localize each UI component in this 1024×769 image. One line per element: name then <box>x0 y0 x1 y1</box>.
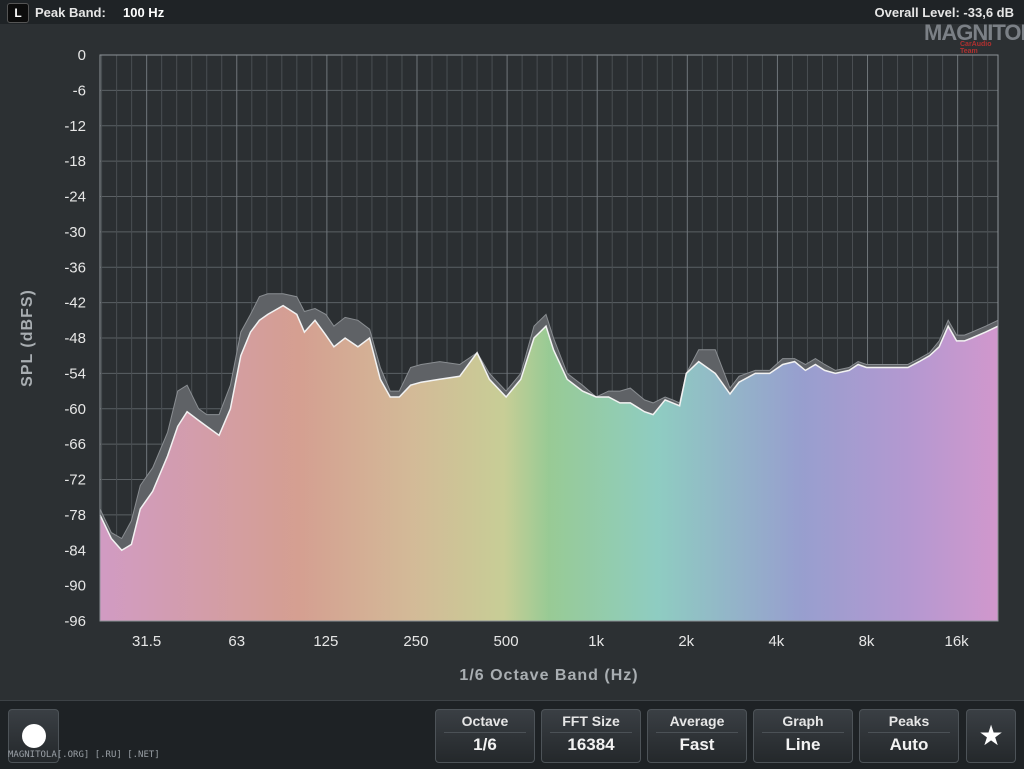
y-tick-label: -42 <box>64 295 86 312</box>
y-tick-label: -30 <box>64 224 86 241</box>
graph-label: Graph <box>782 713 824 729</box>
y-tick-label: -18 <box>64 153 86 170</box>
octave-label: Octave <box>461 713 509 729</box>
peaks-label: Peaks <box>888 713 930 729</box>
top-status-bar: L Peak Band: 100 Hz Overall Level: -33,6… <box>0 0 1024 24</box>
fft-size-button[interactable]: FFT Size 16384 <box>541 709 641 763</box>
x-tick-label: 2k <box>678 633 694 650</box>
fft-size-value: 16384 <box>567 735 615 754</box>
x-tick-label: 250 <box>403 633 428 650</box>
fft-size-label: FFT Size <box>562 713 620 729</box>
x-tick-label: 31.5 <box>132 633 161 650</box>
y-tick-label: -72 <box>64 472 86 489</box>
x-tick-label: 16k <box>945 633 970 650</box>
peak-band-label: Peak Band: <box>35 5 106 20</box>
peak-band-value: 100 Hz <box>123 5 165 20</box>
average-value: Fast <box>679 735 715 754</box>
y-tick-label: -96 <box>64 613 86 630</box>
average-label: Average <box>669 713 725 729</box>
y-tick-label: -48 <box>64 330 86 347</box>
y-axis-label: SPL (dBFS) <box>19 289 36 387</box>
x-axis-label: 1/6 Octave Band (Hz) <box>459 667 638 684</box>
y-tick-label: -12 <box>64 118 86 135</box>
y-tick-label: -24 <box>64 189 86 206</box>
x-tick-label: 4k <box>768 633 784 650</box>
x-tick-label: 8k <box>859 633 875 650</box>
graph-button[interactable]: Graph Line <box>753 709 853 763</box>
y-tick-label: -6 <box>73 82 86 99</box>
peaks-value: Auto <box>889 735 929 754</box>
peaks-button[interactable]: Peaks Auto <box>859 709 959 763</box>
channel-badge[interactable]: L <box>7 3 29 23</box>
record-icon <box>22 724 46 748</box>
y-tick-label: -84 <box>64 542 86 559</box>
average-button[interactable]: Average Fast <box>647 709 747 763</box>
watermark: MAGNITOLA[.ORG] [.RU] [.NET] <box>8 750 160 760</box>
y-tick-label: 0 <box>78 47 86 64</box>
y-tick-label: -60 <box>64 401 86 418</box>
favorites-button[interactable]: ★ <box>966 709 1016 763</box>
graph-value: Line <box>785 735 821 754</box>
overall-level: Overall Level: -33,6 dB <box>874 5 1014 20</box>
x-tick-label: 1k <box>588 633 604 650</box>
y-tick-label: -78 <box>64 507 86 524</box>
y-tick-label: -36 <box>64 259 86 276</box>
y-tick-label: -66 <box>64 436 86 453</box>
octave-value: 1/6 <box>473 735 497 754</box>
star-icon: ★ <box>978 720 1004 751</box>
x-tick-label: 63 <box>228 633 245 650</box>
y-tick-label: -90 <box>64 578 86 595</box>
spectrum-chart[interactable]: 0 -6 -12 -18 -24 -30 -36 -42 -48 -54 -60 -66 -72 -78 -… <box>0 40 1024 700</box>
y-tick-label: -54 <box>64 365 86 382</box>
octave-button[interactable]: Octave 1/6 <box>435 709 535 763</box>
x-tick-label: 125 <box>313 633 338 650</box>
x-tick-label: 500 <box>494 633 519 650</box>
